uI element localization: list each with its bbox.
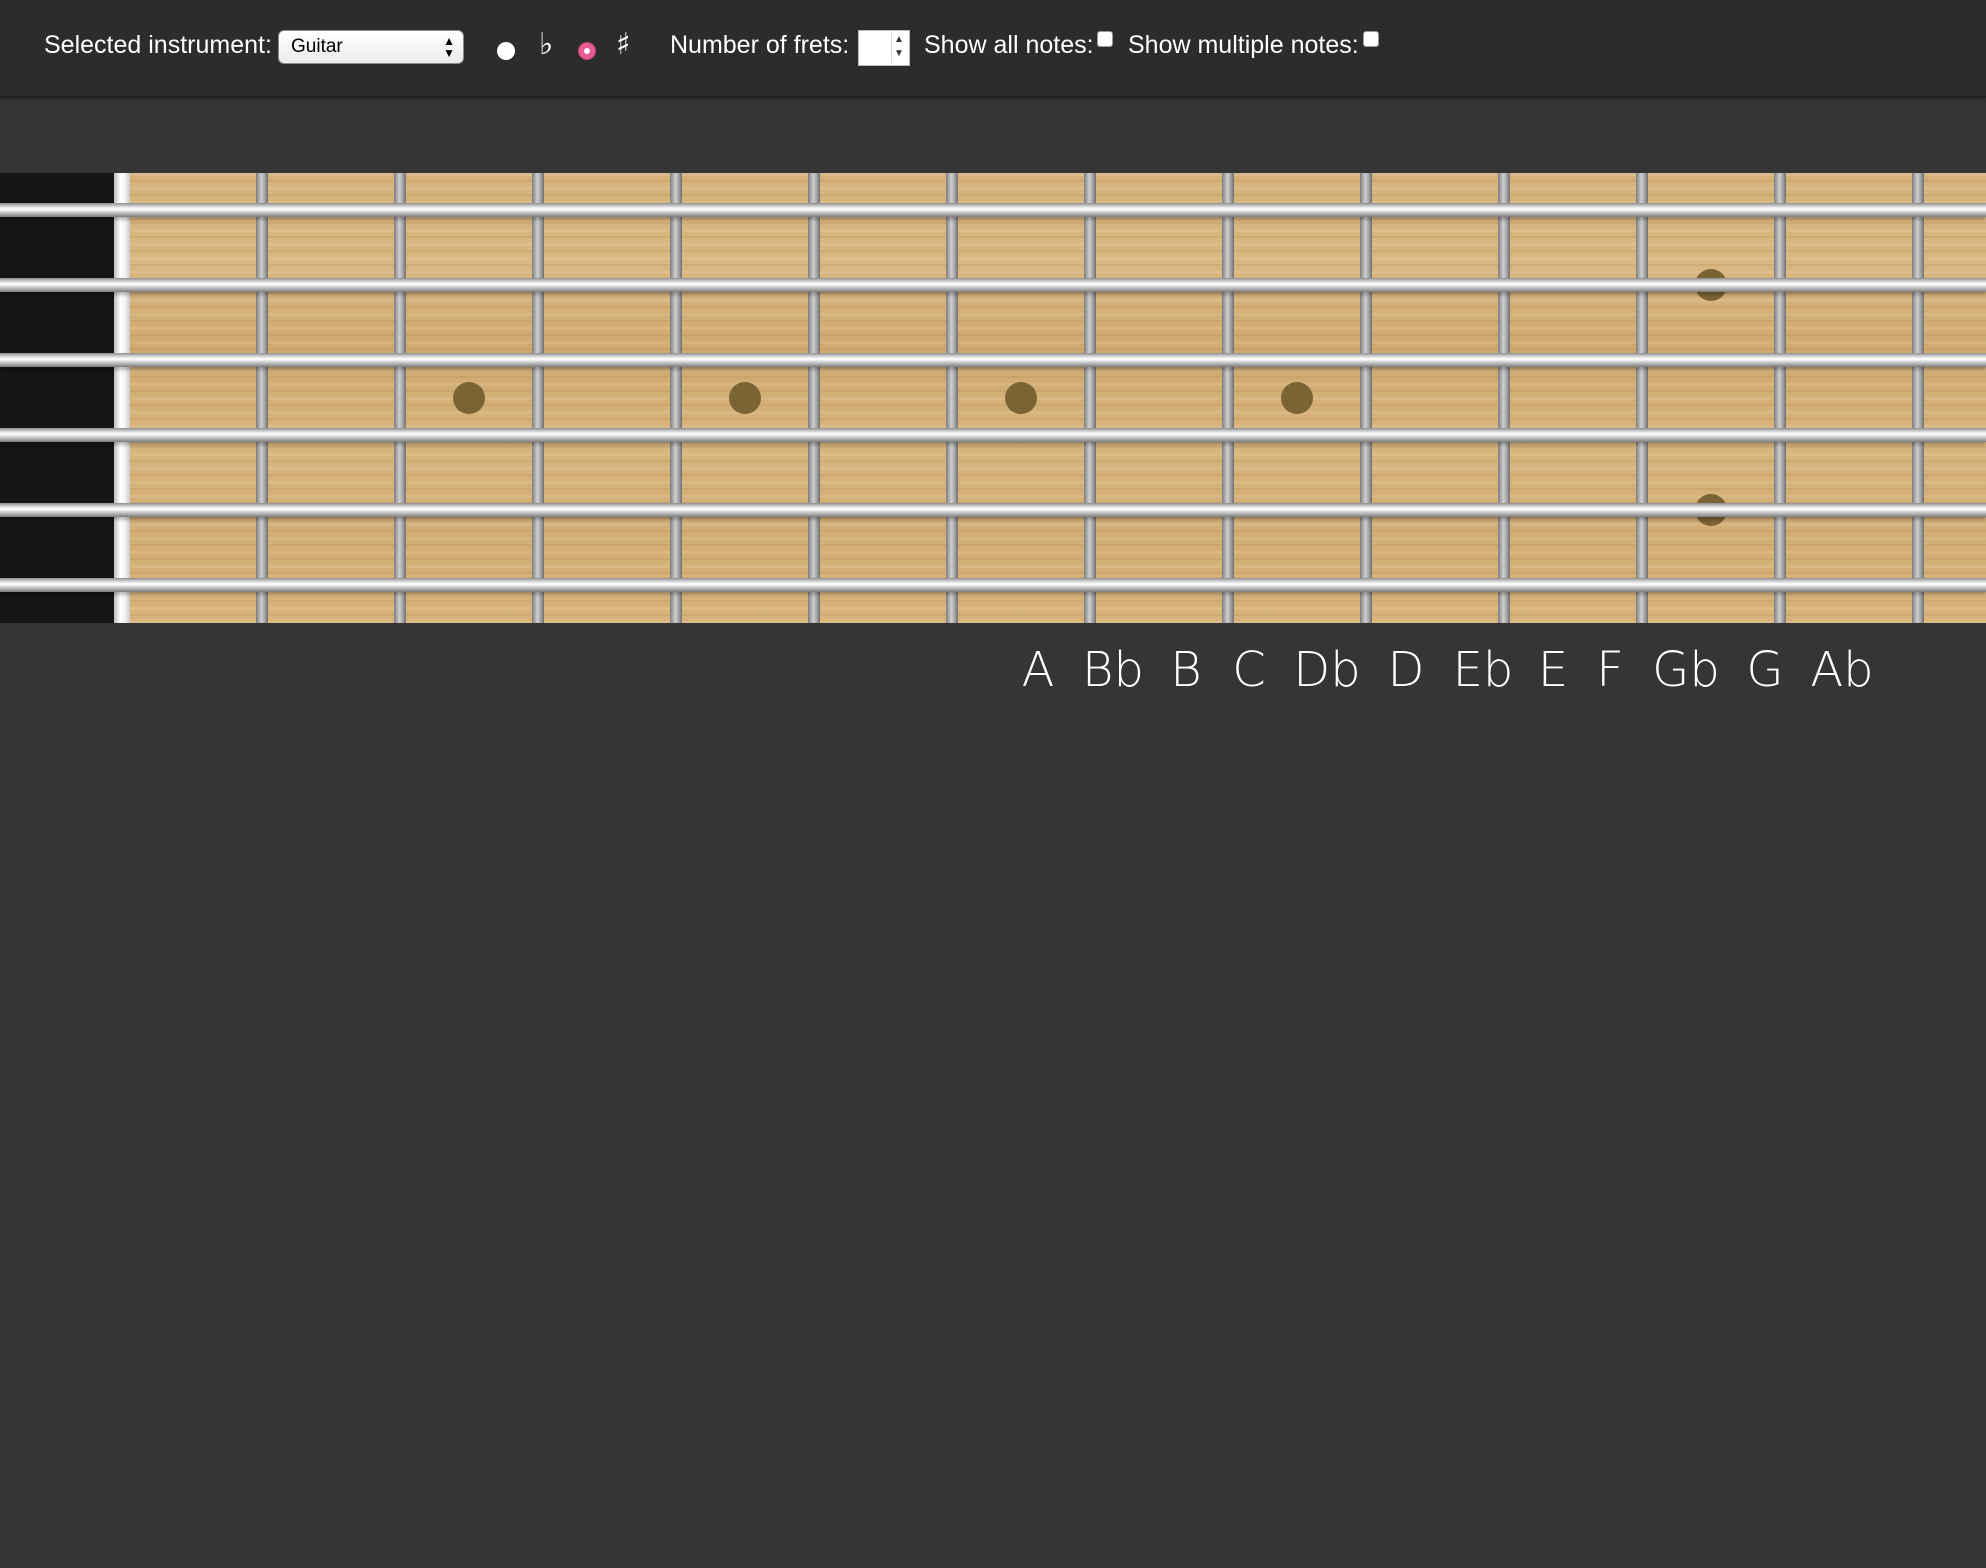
fret-wire-11 (1636, 173, 1648, 623)
show-all-label: Show all notes: (924, 31, 1094, 59)
instrument-select-value: Guitar (291, 36, 343, 57)
fretboard[interactable] (0, 173, 1986, 623)
fret-wire-13 (1912, 173, 1924, 623)
frets-label: Number of frets: (670, 31, 850, 59)
natural-radio[interactable] (497, 42, 515, 60)
select-arrows-icon: ▲ ▼ (443, 34, 455, 60)
inlay-dot-fret-5 (729, 382, 761, 414)
fret-wire-9 (1360, 173, 1372, 623)
fret-wire-10 (1498, 173, 1510, 623)
note-button-b[interactable]: B (1170, 640, 1201, 700)
note-button-gb[interactable]: Gb (1652, 640, 1720, 700)
inlay-dot-fret-3 (453, 382, 485, 414)
note-button-eb[interactable]: Eb (1453, 640, 1514, 700)
toolbar: Selected instrument: Guitar ▲ ▼ ♭ ♯ Numbe… (0, 0, 1986, 97)
spinner-icon[interactable]: ▲ ▼ (891, 33, 906, 63)
note-button-c[interactable]: C (1232, 640, 1266, 700)
note-button-d[interactable]: D (1388, 640, 1425, 700)
fret-wire-4 (670, 173, 682, 623)
fret-wire-6 (946, 173, 958, 623)
fret-wire-12 (1774, 173, 1786, 623)
inlay-dot-fret-7 (1005, 382, 1037, 414)
string-1[interactable] (0, 203, 1986, 217)
nut (114, 173, 130, 623)
note-selector: A Bb B C Db D Eb E F Gb G Ab (0, 640, 1986, 700)
string-2[interactable] (0, 278, 1986, 292)
string-4[interactable] (0, 428, 1986, 442)
note-button-a[interactable]: A (1022, 640, 1055, 700)
note-button-ab[interactable]: Ab (1810, 640, 1873, 700)
note-button-db[interactable]: Db (1293, 640, 1360, 700)
note-button-bb[interactable]: Bb (1082, 640, 1144, 700)
fret-wire-3 (532, 173, 544, 623)
instrument-label: Selected instrument: (44, 31, 272, 59)
fret-wire-1 (256, 173, 268, 623)
string-3[interactable] (0, 353, 1986, 367)
flat-label: ♭ (539, 27, 554, 62)
accidental-radio-selected[interactable] (578, 42, 596, 60)
string-6[interactable] (0, 578, 1986, 592)
show-multiple-checkbox[interactable] (1363, 31, 1379, 47)
note-button-f[interactable]: F (1596, 640, 1624, 700)
show-multiple-label: Show multiple notes: (1128, 31, 1359, 59)
fret-wire-7 (1084, 173, 1096, 623)
show-all-checkbox[interactable] (1097, 31, 1113, 47)
inlay-dot-fret-9 (1281, 382, 1313, 414)
headstock (0, 173, 114, 623)
instrument-select[interactable]: Guitar ▲ ▼ (278, 30, 464, 64)
fret-wire-8 (1222, 173, 1234, 623)
frets-number-input[interactable]: ▲ ▼ (858, 30, 910, 66)
note-button-g[interactable]: G (1746, 640, 1783, 700)
sharp-label: ♯ (616, 27, 631, 62)
string-5[interactable] (0, 503, 1986, 517)
note-button-e[interactable]: E (1538, 640, 1568, 700)
fret-wire-2 (394, 173, 406, 623)
fret-wire-5 (808, 173, 820, 623)
